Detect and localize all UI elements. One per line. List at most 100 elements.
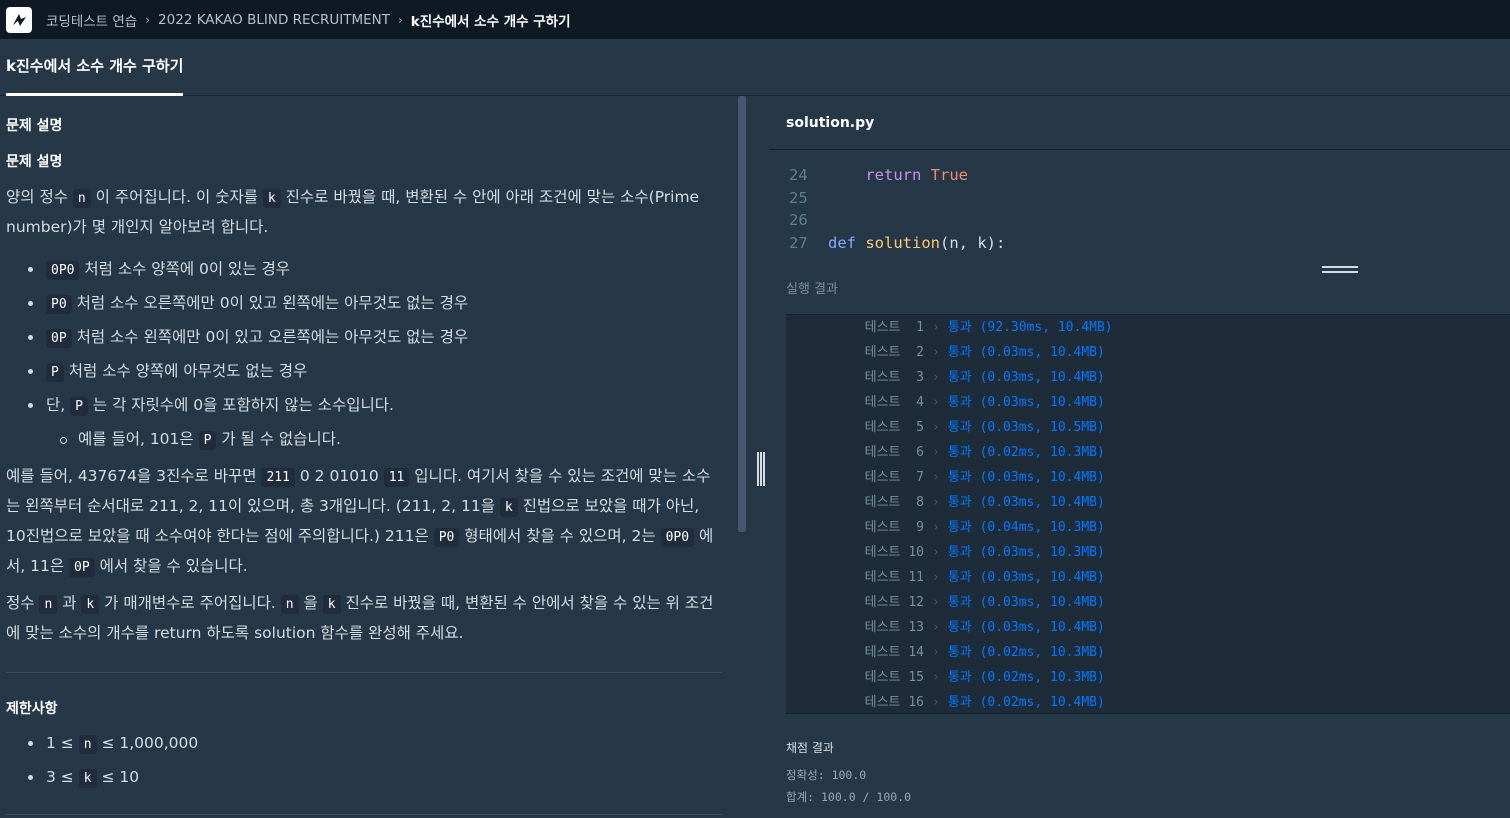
inline-code: 0P0 xyxy=(46,261,80,280)
chevron-right-icon: › xyxy=(932,320,940,335)
table-row: 테스트 10 › 통과 (0.03ms, 10.3MB) xyxy=(786,540,1105,565)
result-detail: (0.03ms, 10.4MB) xyxy=(971,395,1105,410)
table-row: 테스트 5 › 통과 (0.03ms, 10.5MB) xyxy=(786,415,1105,440)
test-name: 테스트 2 xyxy=(864,345,924,360)
inline-code: 211 xyxy=(261,468,295,487)
divider xyxy=(6,672,722,673)
text: 가 매개변수로 주어집니다. xyxy=(99,594,281,612)
table-row: 테스트 8 › 통과 (0.03ms, 10.4MB) xyxy=(786,490,1105,515)
chevron-right-icon: › xyxy=(932,445,940,460)
table-row: 테스트 13 › 통과 (0.03ms, 10.4MB) xyxy=(786,615,1105,640)
chevron-right-icon: › xyxy=(932,545,940,560)
result-detail: (92.30ms, 10.4MB) xyxy=(971,320,1113,335)
status-text: 통과 xyxy=(947,445,972,460)
line-number: 25 xyxy=(789,189,808,207)
result-detail: (0.03ms, 10.4MB) xyxy=(971,370,1105,385)
text: 가 될 수 없습니다. xyxy=(216,430,341,448)
resize-handle-icon[interactable] xyxy=(1322,266,1358,273)
constraints-list: 1 ≤ n ≤ 1,000,000 3 ≤ k ≤ 10 xyxy=(26,726,198,794)
status-text: 통과 xyxy=(947,570,972,585)
text: 3 ≤ xyxy=(46,768,79,786)
test-name: 테스트 7 xyxy=(864,470,924,485)
editor-panel: solution.py 24 return True 25 26 27 def … xyxy=(769,96,1510,818)
chevron-right-icon: › xyxy=(932,645,940,660)
result-detail: (0.02ms, 10.3MB) xyxy=(971,645,1105,660)
list-item: 3 ≤ k ≤ 10 xyxy=(26,760,198,794)
text: 정수 xyxy=(6,594,40,612)
tab-problem[interactable]: k진수에서 소수 개수 구하기 xyxy=(6,39,184,96)
keyword: def xyxy=(828,234,856,252)
file-header: solution.py xyxy=(769,96,1510,150)
breadcrumb-item-coding-test[interactable]: 코딩테스트 연습 xyxy=(46,10,137,30)
result-detail: (0.02ms, 10.3MB) xyxy=(971,670,1105,685)
list-item: 0P0 처럼 소수 양쪽에 0이 있는 경우 xyxy=(26,252,468,286)
table-row: 테스트 4 › 통과 (0.03ms, 10.4MB) xyxy=(786,390,1105,415)
sub-list-item: 예를 들어, 101은 P 가 될 수 없습니다. xyxy=(26,422,468,456)
text: 0 2 xyxy=(294,467,330,485)
code-editor[interactable]: 24 return True 25 26 27 def solution(n, … xyxy=(769,150,1510,263)
chevron-right-icon: › xyxy=(932,595,940,610)
problem-scrollbar[interactable] xyxy=(738,96,746,532)
text: 예를 들어, 101은 xyxy=(78,430,199,448)
table-row: 테스트 1 › 통과 (92.30ms, 10.4MB) xyxy=(786,315,1113,340)
status-text: 통과 xyxy=(947,595,972,610)
arguments: (n, k): xyxy=(940,234,1006,252)
list-item: P0 처럼 소수 오른쪽에만 0이 있고 왼쪽에는 아무것도 없는 경우 xyxy=(26,286,468,320)
list-item: 1 ≤ n ≤ 1,000,000 xyxy=(26,726,198,760)
inline-code: P xyxy=(46,363,64,382)
result-detail: (0.03ms, 10.4MB) xyxy=(971,495,1105,510)
divider xyxy=(6,814,722,815)
result-detail: (0.02ms, 10.4MB) xyxy=(971,695,1105,710)
text: 을 xyxy=(298,594,323,612)
test-name: 테스트 13 xyxy=(864,620,924,635)
section-heading: 문제 설명 xyxy=(6,118,63,134)
status-text: 통과 xyxy=(947,470,972,485)
status-text: 통과 xyxy=(947,420,972,435)
status-text: 통과 xyxy=(947,395,972,410)
inline-code: n xyxy=(72,189,91,208)
inline-code: k xyxy=(499,498,518,517)
table-row: 테스트 12 › 통과 (0.03ms, 10.4MB) xyxy=(786,590,1105,615)
breadcrumb-item-kakao[interactable]: 2022 KAKAO BLIND RECRUITMENT xyxy=(158,12,390,28)
line-number: 24 xyxy=(789,166,808,184)
text: 01010 xyxy=(329,467,379,485)
splitter-handle-icon[interactable] xyxy=(757,452,765,486)
chevron-right-icon: › xyxy=(932,620,940,635)
test-name: 테스트 1 xyxy=(864,320,924,335)
inline-code: P0 xyxy=(433,528,460,547)
inline-code: 0P0 xyxy=(660,528,695,547)
inline-code: k xyxy=(262,189,281,208)
status-text: 통과 xyxy=(947,695,972,710)
status-text: 통과 xyxy=(947,320,972,335)
grade-title: 채점 결과 xyxy=(786,741,834,755)
inline-code: k xyxy=(81,595,100,614)
table-row: 테스트 2 › 통과 (0.03ms, 10.4MB) xyxy=(786,340,1105,365)
text: 이 주어집니다. 이 숫자를 xyxy=(90,188,263,206)
inline-code: 0P xyxy=(69,558,95,577)
inline-code: n xyxy=(280,595,299,614)
test-name: 테스트 10 xyxy=(864,545,924,560)
test-name: 테스트 16 xyxy=(864,695,924,710)
line-number: 26 xyxy=(789,211,808,229)
chevron-right-icon: › xyxy=(932,670,940,685)
breadcrumb: 코딩테스트 연습 › 2022 KAKAO BLIND RECRUITMENT … xyxy=(46,10,571,30)
condition-list: 0P0 처럼 소수 양쪽에 0이 있는 경우 P0 처럼 소수 오른쪽에만 0이… xyxy=(26,252,468,456)
inline-code: n xyxy=(78,735,97,754)
programmers-logo-icon[interactable] xyxy=(6,6,32,33)
table-row: 테스트 11 › 통과 (0.03ms, 10.4MB) xyxy=(786,565,1105,590)
literal: True xyxy=(930,166,968,184)
chevron-right-icon: › xyxy=(932,345,940,360)
test-name: 테스트 11 xyxy=(864,570,924,585)
task-paragraph: 정수 n 과 k 가 매개변수로 주어집니다. n 을 k 진수로 바꿨을 때,… xyxy=(6,589,716,648)
text: 예를 들어, 437674을 3진수로 바꾸면 xyxy=(6,467,262,485)
chevron-right-icon: › xyxy=(932,570,940,585)
total-text: 합계: 100.0 / 100.0 xyxy=(786,790,912,804)
chevron-right-icon: › xyxy=(932,420,940,435)
chevron-right-icon: › xyxy=(932,370,940,385)
test-name: 테스트 15 xyxy=(864,670,924,685)
status-text: 통과 xyxy=(947,645,972,660)
chevron-right-icon: › xyxy=(932,495,940,510)
list-item: P 처럼 소수 양쪽에 아무것도 없는 경우 xyxy=(26,354,468,388)
